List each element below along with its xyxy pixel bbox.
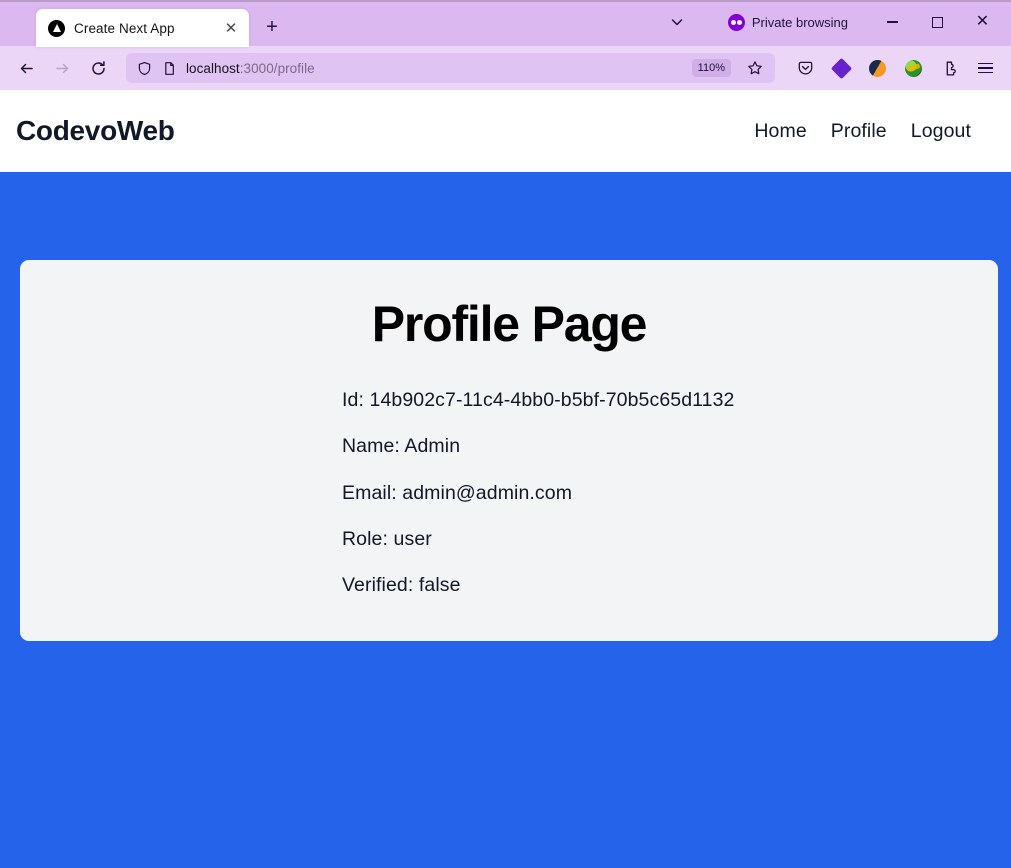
private-mask-icon	[727, 13, 745, 31]
pocket-icon[interactable]	[787, 52, 823, 84]
nextjs-triangle-icon	[48, 19, 65, 37]
window-controls: ✕	[870, 5, 1005, 39]
hero-section: Profile Page Id: 14b902c7-11c4-4bb0-b5bf…	[0, 172, 1011, 868]
profile-field-role: Role: user	[342, 528, 432, 551]
extensions-toolbar	[787, 52, 1003, 84]
profile-card: Profile Page Id: 14b902c7-11c4-4bb0-b5bf…	[20, 260, 998, 641]
url-path: :3000/profile	[239, 60, 315, 76]
arrow-right-icon	[44, 52, 80, 84]
navigation-toolbar: localhost:3000/profile 110%	[0, 46, 1011, 90]
nav-link-logout[interactable]: Logout	[911, 120, 971, 143]
shield-icon[interactable]	[136, 60, 153, 77]
star-icon[interactable]	[741, 54, 769, 82]
simplify-extension-icon[interactable]	[859, 52, 895, 84]
reload-icon[interactable]	[80, 52, 116, 84]
page-viewport: CodevoWeb Home Profile Logout Profile Pa…	[0, 90, 1011, 868]
nav-link-home[interactable]: Home	[754, 120, 806, 143]
profile-field-email: Email: admin@admin.com	[342, 481, 573, 504]
window-close-icon[interactable]: ✕	[960, 5, 1005, 39]
address-bar[interactable]: localhost:3000/profile 110%	[126, 53, 775, 83]
plus-icon[interactable]: +	[257, 12, 287, 42]
browser-window: Create Next App ✕ + Private browsing ✕ l…	[0, 0, 1011, 868]
maximize-icon[interactable]	[915, 5, 960, 39]
purple-diamond-extension-icon[interactable]	[823, 52, 859, 84]
tab-strip-right: Private browsing ✕	[660, 0, 1005, 46]
url-host: localhost	[186, 60, 240, 76]
close-icon[interactable]: ✕	[221, 18, 241, 38]
page-title: Profile Page	[371, 296, 648, 352]
private-browsing-badge: Private browsing	[727, 13, 848, 31]
profile-field-name: Name: Admin	[342, 435, 461, 458]
browser-tab[interactable]: Create Next App ✕	[36, 9, 249, 47]
tab-strip: Create Next App ✕ + Private browsing ✕	[0, 0, 1011, 47]
idm-extension-icon[interactable]	[895, 52, 931, 84]
tab-title: Create Next App	[74, 20, 175, 36]
chevron-down-icon[interactable]	[660, 5, 694, 39]
profile-field-id: Id: 14b902c7-11c4-4bb0-b5bf-70b5c65d1132	[342, 389, 735, 411]
private-browsing-label: Private browsing	[751, 14, 848, 30]
profile-field-verified: Verified: false	[342, 574, 461, 597]
zoom-level-indicator[interactable]: 110%	[691, 58, 731, 78]
arrow-left-icon[interactable]	[8, 52, 44, 84]
site-header: CodevoWeb Home Profile Logout	[0, 90, 1011, 172]
page-document-icon	[161, 60, 178, 77]
site-navigation: Home Profile Logout	[754, 120, 971, 143]
extensions-puzzle-icon[interactable]	[931, 52, 967, 84]
url-text[interactable]: localhost:3000/profile	[186, 61, 684, 76]
profile-field-list: Id: 14b902c7-11c4-4bb0-b5bf-70b5c65d1132…	[44, 388, 974, 599]
brand-logo[interactable]: CodevoWeb	[16, 115, 175, 147]
minimize-icon[interactable]	[870, 5, 915, 39]
hamburger-menu-icon[interactable]	[967, 52, 1003, 84]
nav-link-profile[interactable]: Profile	[831, 120, 887, 143]
